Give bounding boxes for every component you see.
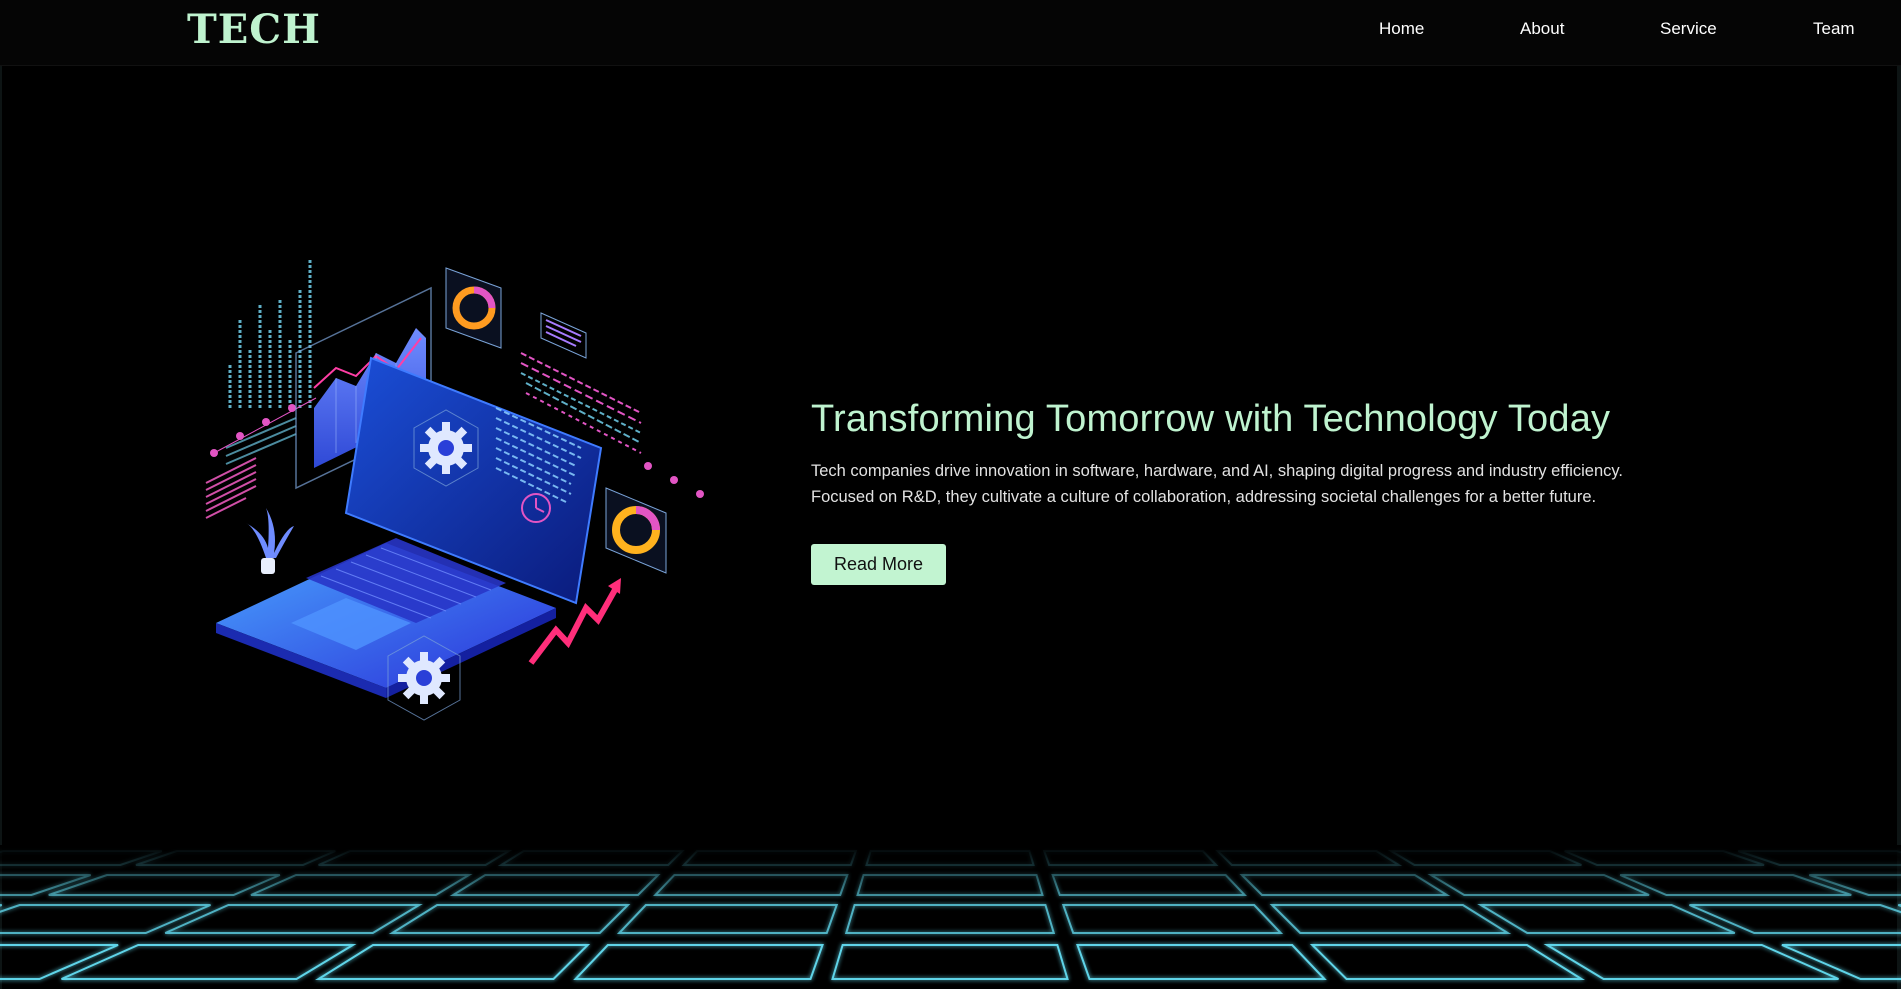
hero-content: Transforming Tomorrow with Technology To… [811, 396, 1711, 585]
nav-service-link[interactable]: Service [1660, 19, 1717, 39]
hero-title: Transforming Tomorrow with Technology To… [811, 398, 1611, 440]
main-nav: Home About Service Team [0, 19, 1901, 47]
donut-chart-icon [445, 267, 502, 349]
isometric-laptop-illustration [196, 258, 716, 728]
hero-description-line-1: Tech companies drive innovation in softw… [811, 462, 1624, 480]
glowing-grid-floor [0, 845, 1901, 989]
read-more-button[interactable]: Read More [811, 544, 947, 585]
nav-team-link[interactable]: Team [1813, 19, 1855, 39]
page: TECH Home About Service Team Transformin… [0, 0, 1901, 989]
nav-home-link[interactable]: Home [1379, 19, 1424, 39]
hero-description: Tech companies drive innovation in softw… [811, 458, 1711, 510]
data-stripes-icon [205, 457, 257, 519]
plant-icon [246, 508, 294, 574]
donut-chart-right-icon [605, 487, 667, 574]
site-header: TECH Home About Service Team [0, 0, 1901, 66]
hero-description-line-2: Focused on R&D, they cultivate a culture… [811, 488, 1597, 506]
equalizer-bars-icon [228, 260, 312, 408]
nav-about-link[interactable]: About [1520, 19, 1564, 39]
